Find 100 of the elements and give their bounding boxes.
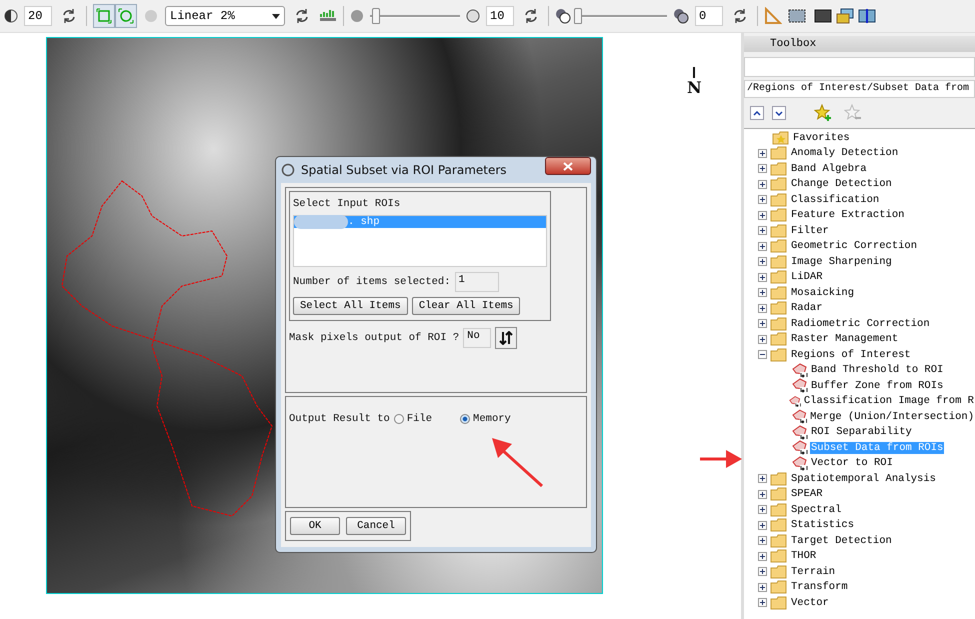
expand-toggle[interactable]: [758, 304, 767, 313]
transparency-field[interactable]: 0: [695, 6, 723, 26]
sharpen-field[interactable]: 10: [486, 6, 514, 26]
tree-item[interactable]: Favorites: [792, 132, 851, 144]
tree-item[interactable]: LiDAR: [790, 271, 824, 284]
plus-icon: [759, 336, 766, 343]
tree-item[interactable]: Radiometric Correction: [790, 318, 931, 330]
expand-toggle[interactable]: [758, 552, 767, 561]
tree-item[interactable]: Target Detection: [790, 534, 893, 547]
dialog-button[interactable]: Cancel: [346, 517, 406, 535]
radio-button[interactable]: [460, 414, 470, 424]
close-icon: [563, 162, 573, 170]
add-favorite-button[interactable]: [812, 102, 834, 124]
slider-thumb[interactable]: [372, 8, 380, 24]
tree-item[interactable]: Terrain: [790, 566, 836, 578]
plus-icon: [759, 506, 766, 514]
tree-item[interactable]: Regions of Interest: [790, 348, 912, 361]
tree-item[interactable]: Radar: [790, 302, 824, 314]
tree-item[interactable]: Merge (Union/Intersection): [809, 410, 975, 423]
plus-icon: [759, 165, 766, 172]
tree-item[interactable]: Feature Extraction: [790, 209, 906, 222]
expand-toggle[interactable]: [758, 520, 767, 530]
select-button[interactable]: Select All Items: [293, 297, 408, 315]
tree-item[interactable]: Classification Image from R: [802, 395, 975, 408]
toggle-button[interactable]: [495, 327, 518, 349]
panel-title: Toolbox: [744, 36, 975, 52]
roi-icon: [792, 440, 808, 456]
tree-item[interactable]: Filter: [790, 224, 830, 237]
tree-item[interactable]: Classification: [790, 194, 880, 206]
plus-icon: [759, 150, 766, 157]
expand-toggle[interactable]: [758, 505, 767, 514]
expand-toggle[interactable]: [758, 319, 767, 328]
tree-item[interactable]: THOR: [790, 550, 818, 562]
folder-icon: [770, 316, 788, 331]
tree-item[interactable]: Spectral: [790, 504, 842, 516]
plus-icon: [759, 475, 766, 482]
tree-item[interactable]: SPEAR: [790, 488, 824, 500]
expand-toggle[interactable]: [758, 567, 767, 576]
tree-item[interactable]: Change Detection: [790, 178, 893, 190]
expand-toggle[interactable]: [758, 490, 767, 499]
slider-thumb[interactable]: [574, 8, 582, 24]
select-button[interactable]: Clear All Items: [412, 297, 520, 315]
expand-toggle[interactable]: [758, 180, 767, 189]
folder-icon: [770, 254, 788, 269]
expand-toggle[interactable]: [758, 598, 767, 608]
radio-button[interactable]: [394, 414, 404, 424]
collapse-toggle[interactable]: [758, 350, 767, 360]
tree-item[interactable]: Vector to ROI: [810, 457, 894, 470]
tree-item[interactable]: Image Sharpening: [790, 256, 893, 268]
folder-icon: [770, 177, 788, 192]
plus-icon: [759, 289, 766, 296]
north-label: N: [687, 78, 702, 97]
tree-item[interactable]: Statistics: [790, 519, 856, 532]
tree-item[interactable]: Geometric Correction: [790, 240, 918, 252]
expand-toggle[interactable]: [758, 536, 767, 546]
expand-toggle[interactable]: [758, 148, 767, 158]
brightness-field[interactable]: 20: [24, 6, 52, 26]
expand-toggle[interactable]: [758, 582, 767, 592]
tree-item[interactable]: Band Algebra: [790, 162, 868, 175]
roi-icon: [792, 409, 808, 424]
expand-toggle[interactable]: [758, 272, 767, 282]
plus-icon: [759, 242, 766, 250]
folder-icon: [770, 580, 788, 594]
search-field[interactable]: [744, 57, 975, 77]
roi-icon: [788, 394, 801, 409]
tree-item[interactable]: Vector: [790, 596, 830, 609]
stretch-dropdown[interactable]: Linear 2%: [165, 6, 285, 26]
expand-toggle[interactable]: [758, 164, 767, 174]
tree-item[interactable]: Band Threshold to ROI: [810, 364, 944, 376]
dialog-button[interactable]: OK: [290, 517, 340, 535]
refresh-icon: [61, 8, 77, 24]
expand-toggle[interactable]: [758, 210, 767, 220]
plus-icon: [759, 584, 766, 591]
expand-toggle[interactable]: [758, 226, 767, 236]
tree-item[interactable]: Spatiotemporal Analysis: [790, 472, 937, 485]
folder-icon: [770, 596, 788, 610]
expand-toggle[interactable]: [758, 474, 767, 484]
up-button[interactable]: [750, 106, 764, 120]
expand-toggle[interactable]: [758, 334, 767, 344]
tree-item[interactable]: Raster Management: [790, 333, 900, 346]
tree-item[interactable]: ROI Separability: [810, 426, 913, 438]
expand-toggle[interactable]: [758, 257, 767, 266]
tree-item[interactable]: Mosaicking: [790, 286, 856, 299]
expand-toggle[interactable]: [758, 288, 767, 298]
tree-item[interactable]: Transform: [790, 581, 849, 594]
tree-item[interactable]: Anomaly Detection: [790, 147, 900, 160]
expand-toggle[interactable]: [758, 195, 767, 204]
close-button[interactable]: [545, 157, 591, 175]
refresh-icon: [523, 8, 539, 24]
folder-icon: [770, 301, 788, 316]
plus-icon: [759, 196, 766, 204]
arrow-annotation: [490, 436, 545, 488]
folder-icon: [770, 224, 788, 238]
output-label: Output Result to: [289, 413, 390, 425]
plus-icon: [759, 490, 766, 498]
plus-icon: [759, 212, 766, 219]
tree-item[interactable]: Buffer Zone from ROIs: [810, 380, 944, 392]
down-button[interactable]: [772, 106, 786, 120]
folder-icon: [770, 162, 788, 176]
expand-toggle[interactable]: [758, 242, 767, 251]
